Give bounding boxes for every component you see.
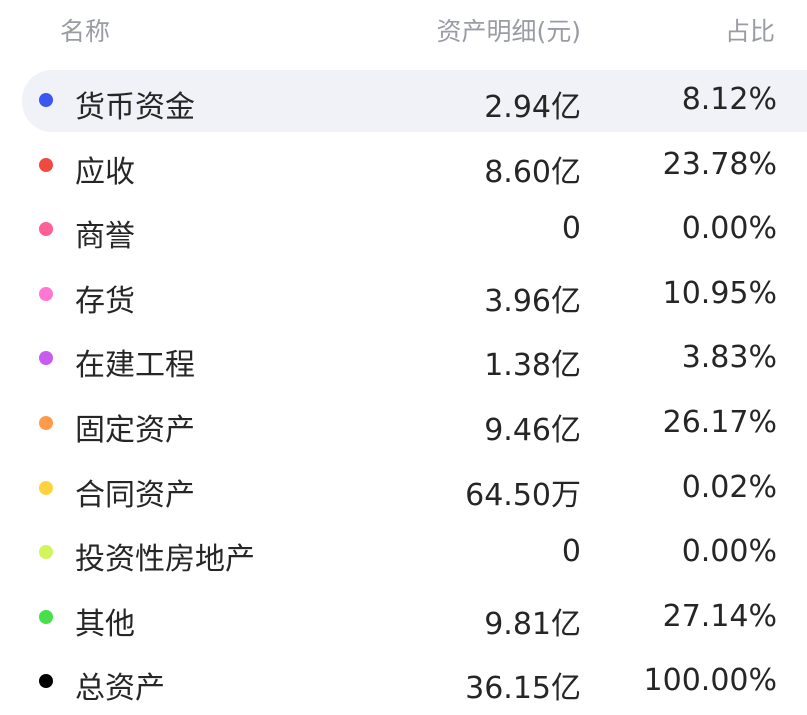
legend-dot-icon <box>39 93 53 107</box>
row-amount: 0 <box>561 534 581 570</box>
column-header-amount: 资产明细(元) <box>436 17 581 46</box>
row-name: 固定资产 <box>75 412 195 448</box>
table-row[interactable]: 总资产 36.15亿 100.00% <box>0 649 807 714</box>
asset-breakdown-table: 名称 资产明细(元) 占比 货币资金 2.94亿 8.12% 应收 8.60亿 … <box>0 0 807 715</box>
row-name: 应收 <box>75 154 135 190</box>
table-body: 货币资金 2.94亿 8.12% 应收 8.60亿 23.78% 商誉 0 0.… <box>0 68 807 714</box>
legend-dot-icon <box>39 480 53 495</box>
row-ratio: 8.12% <box>681 82 777 117</box>
legend-dot-icon <box>39 609 53 624</box>
row-name: 其他 <box>75 606 135 642</box>
table-row[interactable]: 其他 9.81亿 27.14% <box>0 585 807 650</box>
table-row[interactable]: 合同资产 64.50万 0.02% <box>0 456 807 521</box>
row-amount: 9.81亿 <box>484 606 581 642</box>
row-amount: 36.15亿 <box>465 671 581 707</box>
row-amount: 1.38亿 <box>484 348 581 384</box>
row-name: 总资产 <box>75 671 165 707</box>
row-ratio: 23.78% <box>662 146 777 182</box>
table-header: 名称 资产明细(元) 占比 <box>0 0 807 60</box>
row-name: 商誉 <box>75 219 135 255</box>
table-row[interactable]: 在建工程 1.38亿 3.83% <box>0 326 807 391</box>
legend-dot-icon <box>39 351 53 366</box>
legend-dot-icon <box>39 674 53 689</box>
row-ratio: 3.83% <box>681 340 777 376</box>
row-name: 合同资产 <box>75 477 195 513</box>
legend-dot-icon <box>39 222 53 237</box>
row-amount: 0 <box>561 211 581 247</box>
table-row[interactable]: 货币资金 2.94亿 8.12% <box>0 68 807 133</box>
column-header-ratio: 占比 <box>724 17 775 46</box>
legend-dot-icon <box>39 157 53 172</box>
row-ratio: 100.00% <box>643 663 777 699</box>
row-ratio: 10.95% <box>662 275 777 311</box>
row-amount: 2.94亿 <box>484 90 581 125</box>
row-amount: 9.46亿 <box>484 412 581 448</box>
legend-dot-icon <box>39 286 53 301</box>
row-name: 存货 <box>75 283 135 319</box>
legend-dot-icon <box>39 545 53 560</box>
row-amount: 8.60亿 <box>484 154 581 190</box>
row-ratio: 0.00% <box>681 534 777 570</box>
legend-dot-icon <box>39 415 53 430</box>
row-ratio: 27.14% <box>662 598 777 634</box>
row-name: 投资性房地产 <box>75 542 255 578</box>
table-row[interactable]: 商誉 0 0.00% <box>0 197 807 262</box>
row-ratio: 0.00% <box>681 211 777 247</box>
table-row[interactable]: 固定资产 9.46亿 26.17% <box>0 391 807 456</box>
row-name: 在建工程 <box>75 348 195 384</box>
column-header-name: 名称 <box>60 17 111 46</box>
row-amount: 3.96亿 <box>484 283 581 319</box>
table-row[interactable]: 投资性房地产 0 0.00% <box>0 520 807 585</box>
row-name: 货币资金 <box>75 90 195 125</box>
row-ratio: 0.02% <box>681 469 777 505</box>
row-amount: 64.50万 <box>465 477 581 513</box>
table-row[interactable]: 应收 8.60亿 23.78% <box>0 133 807 198</box>
row-ratio: 26.17% <box>662 404 777 440</box>
table-row[interactable]: 存货 3.96亿 10.95% <box>0 262 807 327</box>
